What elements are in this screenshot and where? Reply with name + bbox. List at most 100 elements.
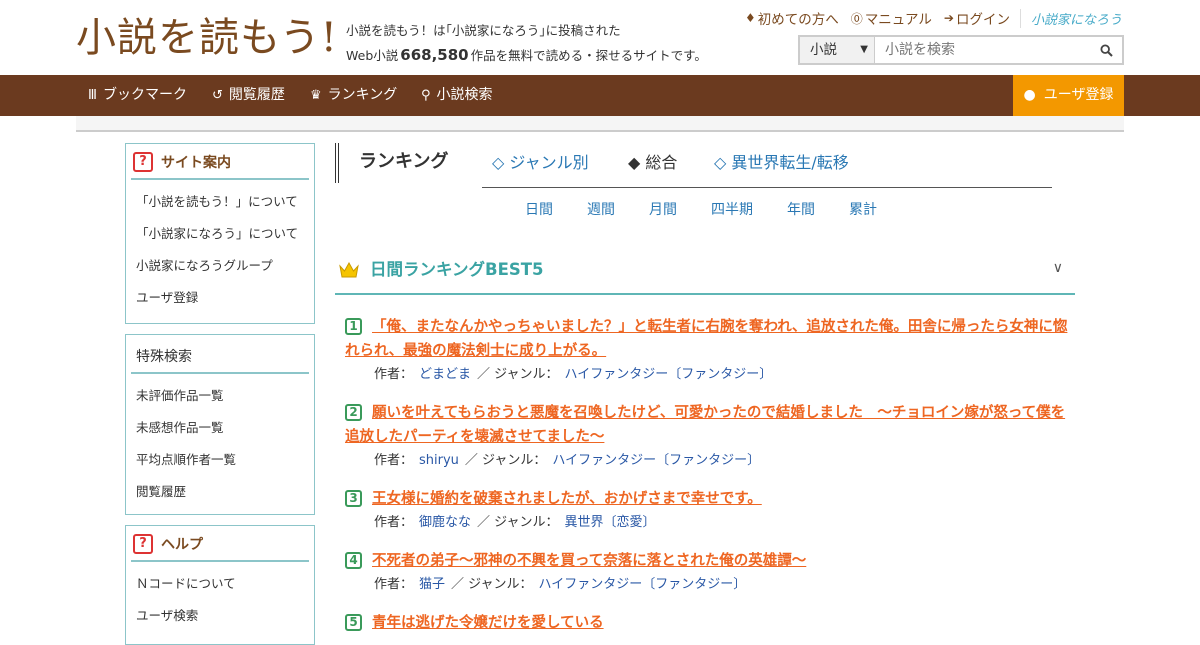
author-link[interactable]: 猫子 bbox=[419, 577, 445, 592]
search-icon: ⚲ bbox=[421, 88, 431, 103]
narou-logo[interactable]: 小説家になろう bbox=[1019, 8, 1122, 28]
tab-genre[interactable]: ◇ ジャンル別 bbox=[492, 143, 589, 183]
special-search-title: 特殊検索 bbox=[136, 349, 192, 365]
ranking-item-title[interactable]: 5 青年は逃げた令嬢だけを愛している bbox=[345, 611, 1075, 635]
ranking-item-title-text: 「俺、またなんかやっちゃいました？」と転生者に右腕を奪われ、追放された俺。田舎に… bbox=[345, 319, 1068, 359]
sidebar-item-register[interactable]: ユーザ登録 bbox=[136, 282, 314, 314]
sidebar-item-unrated[interactable]: 未評価作品一覧 bbox=[136, 380, 314, 412]
genre-link[interactable]: ハイファンタジー〔ファンタジー〕 bbox=[552, 453, 760, 468]
sidebar-item-no-review[interactable]: 未感想作品一覧 bbox=[136, 412, 314, 444]
ranking-item: 3 王女様に婚約を破棄されましたが、おかげさまで幸せです。 作者： 御鹿なな ／ ジャ… bbox=[345, 487, 1075, 535]
beginner-link[interactable]: ♦ 初めての方へ bbox=[745, 8, 839, 28]
register-label: ユーザ登録 bbox=[1043, 87, 1114, 103]
rank-number: 3 bbox=[345, 490, 362, 507]
author-label: 作者： bbox=[374, 453, 414, 468]
ranking-item: 5 青年は逃げた令嬢だけを愛している bbox=[345, 611, 1075, 635]
period-weekly[interactable]: 週間 bbox=[587, 200, 615, 220]
author-label: 作者： bbox=[374, 577, 414, 592]
nav-ranking-label: ランキング bbox=[327, 87, 398, 103]
tab-overall[interactable]: ◆ 総合 bbox=[628, 143, 677, 183]
site-info-title: サイト案内 bbox=[161, 155, 231, 171]
sidebar-item-narou-group[interactable]: 小説家になろうグループ bbox=[136, 250, 314, 282]
daily-ranking-title: 日間ランキングBEST5 bbox=[370, 260, 544, 279]
site-info-header: ? サイト案内 bbox=[131, 152, 309, 180]
sidebar-item-avg-authors[interactable]: 平均点順作者一覧 bbox=[136, 444, 314, 476]
sidebar-item-ncode[interactable]: Ｎコードについて bbox=[136, 568, 314, 600]
search-bar: 小説 ▼ bbox=[798, 35, 1124, 65]
chevron-down-icon[interactable]: ∨ bbox=[1053, 260, 1063, 276]
desc-prefix: Web小説 bbox=[346, 48, 399, 63]
desc-suffix: 作品を無料で読める・探せるサイトです。 bbox=[470, 48, 707, 63]
ranking-item-title[interactable]: 2 願いを叶えてもらおうと悪魔を召喚したけど、可愛かったので結婚しました 〜チョロ… bbox=[345, 401, 1075, 449]
genre-link[interactable]: ハイファンタジー〔ファンタジー〕 bbox=[565, 367, 773, 382]
rank-number: 1 bbox=[345, 318, 362, 335]
question-icon: ? bbox=[133, 534, 153, 554]
rank-number: 4 bbox=[345, 552, 362, 569]
search-input[interactable] bbox=[875, 37, 1090, 63]
period-yearly[interactable]: 年間 bbox=[787, 200, 815, 220]
author-label: 作者： bbox=[374, 367, 414, 382]
question-icon: ⓪ bbox=[850, 11, 863, 26]
ranking-title: ランキング bbox=[335, 143, 448, 183]
ranking-item-title-text: 願いを叶えてもらおうと悪魔を召喚したけど、可愛かったので結婚しました 〜チョロイ… bbox=[345, 405, 1066, 445]
login-link[interactable]: ➔ ログイン bbox=[944, 8, 1010, 28]
register-button[interactable]: ● ユーザ登録 bbox=[1013, 75, 1124, 116]
manual-link-label: マニュアル bbox=[864, 12, 932, 28]
author-label: 作者： bbox=[374, 515, 414, 530]
period-quarterly[interactable]: 四半期 bbox=[711, 200, 753, 220]
search-type-select[interactable]: 小説 ▼ bbox=[800, 37, 875, 63]
genre-link[interactable]: ハイファンタジー〔ファンタジー〕 bbox=[539, 577, 747, 592]
ranking-item-title-text: 青年は逃げた令嬢だけを愛している bbox=[372, 615, 604, 631]
genre-label: ／ ジャンル： bbox=[477, 515, 559, 530]
period-total[interactable]: 累計 bbox=[849, 200, 877, 220]
sidebar-item-about-narou[interactable]: 「小説家になろう」について bbox=[136, 218, 314, 250]
nav-history-label: 閲覧履歴 bbox=[228, 87, 285, 103]
ranking-item-title-text: 王女様に婚約を破棄されましたが、おかげさまで幸せです。 bbox=[372, 491, 762, 507]
question-icon: ? bbox=[133, 152, 153, 172]
ranking-item-title[interactable]: 3 王女様に婚約を破棄されましたが、おかげさまで幸せです。 bbox=[345, 487, 1075, 511]
period-monthly[interactable]: 月間 bbox=[649, 200, 677, 220]
daily-ranking-header[interactable]: 日間ランキングBEST5 ∨ bbox=[335, 250, 1075, 295]
tab-isekai[interactable]: ◇ 異世界転生/転移 bbox=[714, 143, 849, 183]
search-button[interactable] bbox=[1090, 37, 1122, 63]
ranking-item: 1 「俺、またなんかやっちゃいました？」と転生者に右腕を奪われ、追放された俺。田舎… bbox=[345, 315, 1075, 387]
period-daily[interactable]: 日間 bbox=[525, 200, 553, 220]
sidebar-item-history[interactable]: 閲覧履歴 bbox=[136, 476, 314, 508]
sidebar-item-user-search[interactable]: ユーザ検索 bbox=[136, 600, 314, 632]
search-type-value: 小説 bbox=[810, 42, 837, 58]
login-icon: ➔ bbox=[943, 11, 954, 25]
ranking-item-title[interactable]: 1 「俺、またなんかやっちゃいました？」と転生者に右腕を奪われ、追放された俺。田舎… bbox=[345, 315, 1075, 363]
nav-ranking[interactable]: ♛ ランキング bbox=[310, 75, 397, 116]
nav-history[interactable]: ↺ 閲覧履歴 bbox=[212, 75, 285, 116]
beginner-link-label: 初めての方へ bbox=[757, 12, 839, 28]
nav-bookmark[interactable]: Ⅲ ブックマーク bbox=[88, 75, 187, 116]
top-links: ♦ 初めての方へ ⓪ マニュアル ➔ ログイン 小説家になろう bbox=[733, 8, 1122, 28]
ranking-item-meta: 作者： shiryu ／ ジャンル： ハイファンタジー〔ファンタジー〕 bbox=[345, 449, 1075, 473]
site-logo[interactable]: 小説を読もう! bbox=[76, 14, 338, 62]
genre-label: ／ ジャンル： bbox=[451, 577, 533, 592]
help-header: ? ヘルプ bbox=[131, 534, 309, 562]
author-link[interactable]: 御鹿なな bbox=[419, 515, 471, 530]
ranking-item: 4 不死者の弟子～邪神の不興を買って奈落に落とされた俺の英雄譚～ 作者： 猫子 ／ ジ… bbox=[345, 549, 1075, 597]
rank-number: 2 bbox=[345, 404, 362, 421]
site-description-line2: Web小説 668,580 作品を無料で読める・探せるサイトです。 bbox=[346, 43, 707, 68]
author-link[interactable]: どまどま bbox=[419, 367, 471, 382]
manual-link[interactable]: ⓪ マニュアル bbox=[850, 8, 932, 29]
author-link[interactable]: shiryu bbox=[419, 453, 459, 468]
site-info-box: ? サイト案内 「小説を読もう！」について 「小説家になろう」について 小説家にな… bbox=[125, 143, 315, 324]
bookmark-icon: Ⅲ bbox=[88, 88, 97, 103]
search-icon bbox=[1099, 43, 1113, 57]
site-header: 小説を読もう! 小説を読もう！は｢小説家になろう｣に投稿された Web小説 668… bbox=[0, 0, 1200, 75]
ranking-item-meta: 作者： 猫子 ／ ジャンル： ハイファンタジー〔ファンタジー〕 bbox=[345, 573, 1075, 597]
site-description-line1: 小説を読もう！は｢小説家になろう｣に投稿された bbox=[346, 23, 621, 38]
genre-link[interactable]: 異世界〔恋愛〕 bbox=[565, 515, 656, 530]
special-search-box: 特殊検索 未評価作品一覧 未感想作品一覧 平均点順作者一覧 閲覧履歴 bbox=[125, 334, 315, 515]
crown-icon: ♛ bbox=[310, 88, 322, 103]
tab-divider bbox=[482, 187, 1052, 188]
login-link-label: ログイン bbox=[955, 12, 1010, 28]
sidebar-item-about-yomou[interactable]: 「小説を読もう！」について bbox=[136, 186, 314, 218]
nav-search[interactable]: ⚲ 小説検索 bbox=[421, 75, 493, 116]
nav-search-label: 小説検索 bbox=[436, 87, 493, 103]
ranking-item-title[interactable]: 4 不死者の弟子～邪神の不興を買って奈落に落とされた俺の英雄譚～ bbox=[345, 549, 1075, 573]
genre-label: ／ ジャンル： bbox=[464, 453, 547, 468]
